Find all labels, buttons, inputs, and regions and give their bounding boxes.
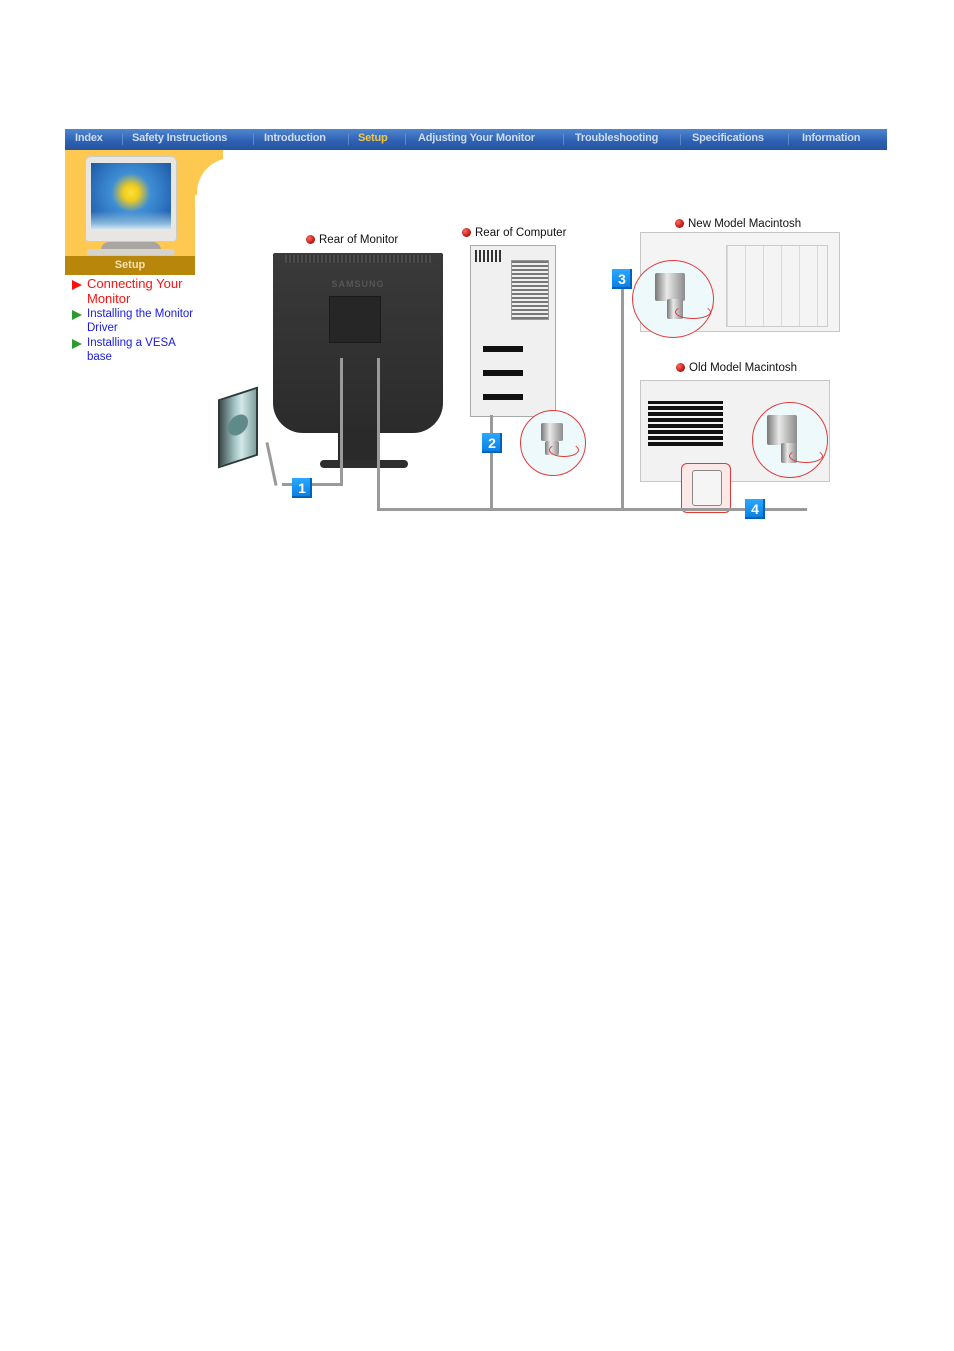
mac-adapter-callout <box>681 463 731 513</box>
power-socket <box>228 411 248 439</box>
nav-separator <box>348 134 349 145</box>
tower-expansion-slot <box>483 346 523 352</box>
nav-information[interactable]: Information <box>802 132 860 144</box>
submenu-label: Installing the Monitor Driver <box>87 308 194 334</box>
submenu-installing-monitor-driver[interactable]: Installing the Monitor Driver <box>72 307 202 335</box>
tower-expansion-slot <box>483 394 523 400</box>
nav-separator <box>788 134 789 145</box>
nav-separator <box>563 134 564 145</box>
red-bullet-icon <box>675 219 684 228</box>
connector-zoom-callout <box>632 260 714 338</box>
label-rear-of-monitor: Rear of Monitor <box>306 234 398 246</box>
section-submenu: Connecting Your Monitor Installing the M… <box>72 276 202 365</box>
nav-adjusting-your-monitor[interactable]: Adjusting Your Monitor <box>418 132 535 144</box>
tower-expansion-slot <box>483 370 523 376</box>
decorative-corner-curve <box>193 150 223 195</box>
nav-safety-instructions[interactable]: Safety Instructions <box>132 132 227 144</box>
triangle-arrow-icon <box>72 310 82 320</box>
label-new-model-macintosh: New Model Macintosh <box>675 218 801 230</box>
submenu-connecting-your-monitor[interactable]: Connecting Your Monitor <box>72 276 202 306</box>
label-old-model-macintosh: Old Model Macintosh <box>676 362 797 374</box>
connector-plug-icon <box>541 423 563 441</box>
rotate-arrow-icon <box>675 305 711 319</box>
nav-setup[interactable]: Setup <box>358 132 388 144</box>
connection-diagram: Rear of Monitor Rear of Computer New Mod… <box>210 210 860 530</box>
step-badge-2: 2 <box>482 433 502 453</box>
step-badge-3: 3 <box>612 269 632 289</box>
red-bullet-icon <box>306 235 315 244</box>
red-bullet-icon <box>676 363 685 372</box>
monitor-vent <box>285 255 431 263</box>
flower-screen-image <box>91 163 171 229</box>
monitor-stand <box>338 425 378 465</box>
triangle-arrow-icon <box>72 280 82 290</box>
monitor-brand-logo: SAMSUNG <box>331 279 385 289</box>
step-badge-4: 4 <box>745 499 765 519</box>
submenu-label: Connecting Your Monitor <box>87 276 183 306</box>
wall-outlet-illustration <box>218 386 258 469</box>
computer-cable <box>490 415 493 510</box>
power-cable-to-outlet <box>265 442 278 486</box>
section-title: Setup <box>65 256 195 275</box>
mac-vent <box>648 401 723 446</box>
monitor-rear-illustration: SAMSUNG <box>273 253 443 433</box>
new-mac-cable <box>621 282 624 510</box>
nav-separator <box>122 134 123 145</box>
nav-separator <box>405 134 406 145</box>
vesa-mount-plate <box>329 296 381 343</box>
mac-expansion-slots <box>726 245 828 327</box>
connector-plug-icon <box>767 415 797 445</box>
rotate-arrow-icon <box>789 449 823 463</box>
red-bullet-icon <box>462 228 471 237</box>
rotate-arrow-icon <box>549 443 579 457</box>
triangle-arrow-icon <box>72 339 82 349</box>
submenu-label: Installing a VESA base <box>87 337 176 363</box>
monitor-illustration <box>85 156 177 242</box>
submenu-installing-vesa-base[interactable]: Installing a VESA base <box>72 336 202 364</box>
tower-psu <box>511 260 549 320</box>
nav-troubleshooting[interactable]: Troubleshooting <box>575 132 658 144</box>
nav-index[interactable]: Index <box>75 132 103 144</box>
nav-separator <box>680 134 681 145</box>
nav-separator <box>253 134 254 145</box>
nav-specifications[interactable]: Specifications <box>692 132 764 144</box>
nav-introduction[interactable]: Introduction <box>264 132 326 144</box>
label-rear-of-computer: Rear of Computer <box>462 227 566 239</box>
mac-adapter-icon <box>692 470 722 506</box>
computer-tower-illustration <box>470 245 556 417</box>
step-badge-1: 1 <box>292 478 312 498</box>
monitor-foot <box>87 249 175 255</box>
signal-cable <box>377 358 380 511</box>
top-nav-bar: Index Safety Instructions Introduction S… <box>65 129 887 150</box>
connector-zoom-callout <box>752 402 828 478</box>
power-cable <box>340 358 343 486</box>
tower-grill <box>475 250 503 262</box>
signal-cable-horizontal <box>377 508 807 511</box>
connector-plug-icon <box>655 273 685 301</box>
connector-zoom-callout <box>520 410 586 476</box>
monitor-base <box>320 460 408 468</box>
